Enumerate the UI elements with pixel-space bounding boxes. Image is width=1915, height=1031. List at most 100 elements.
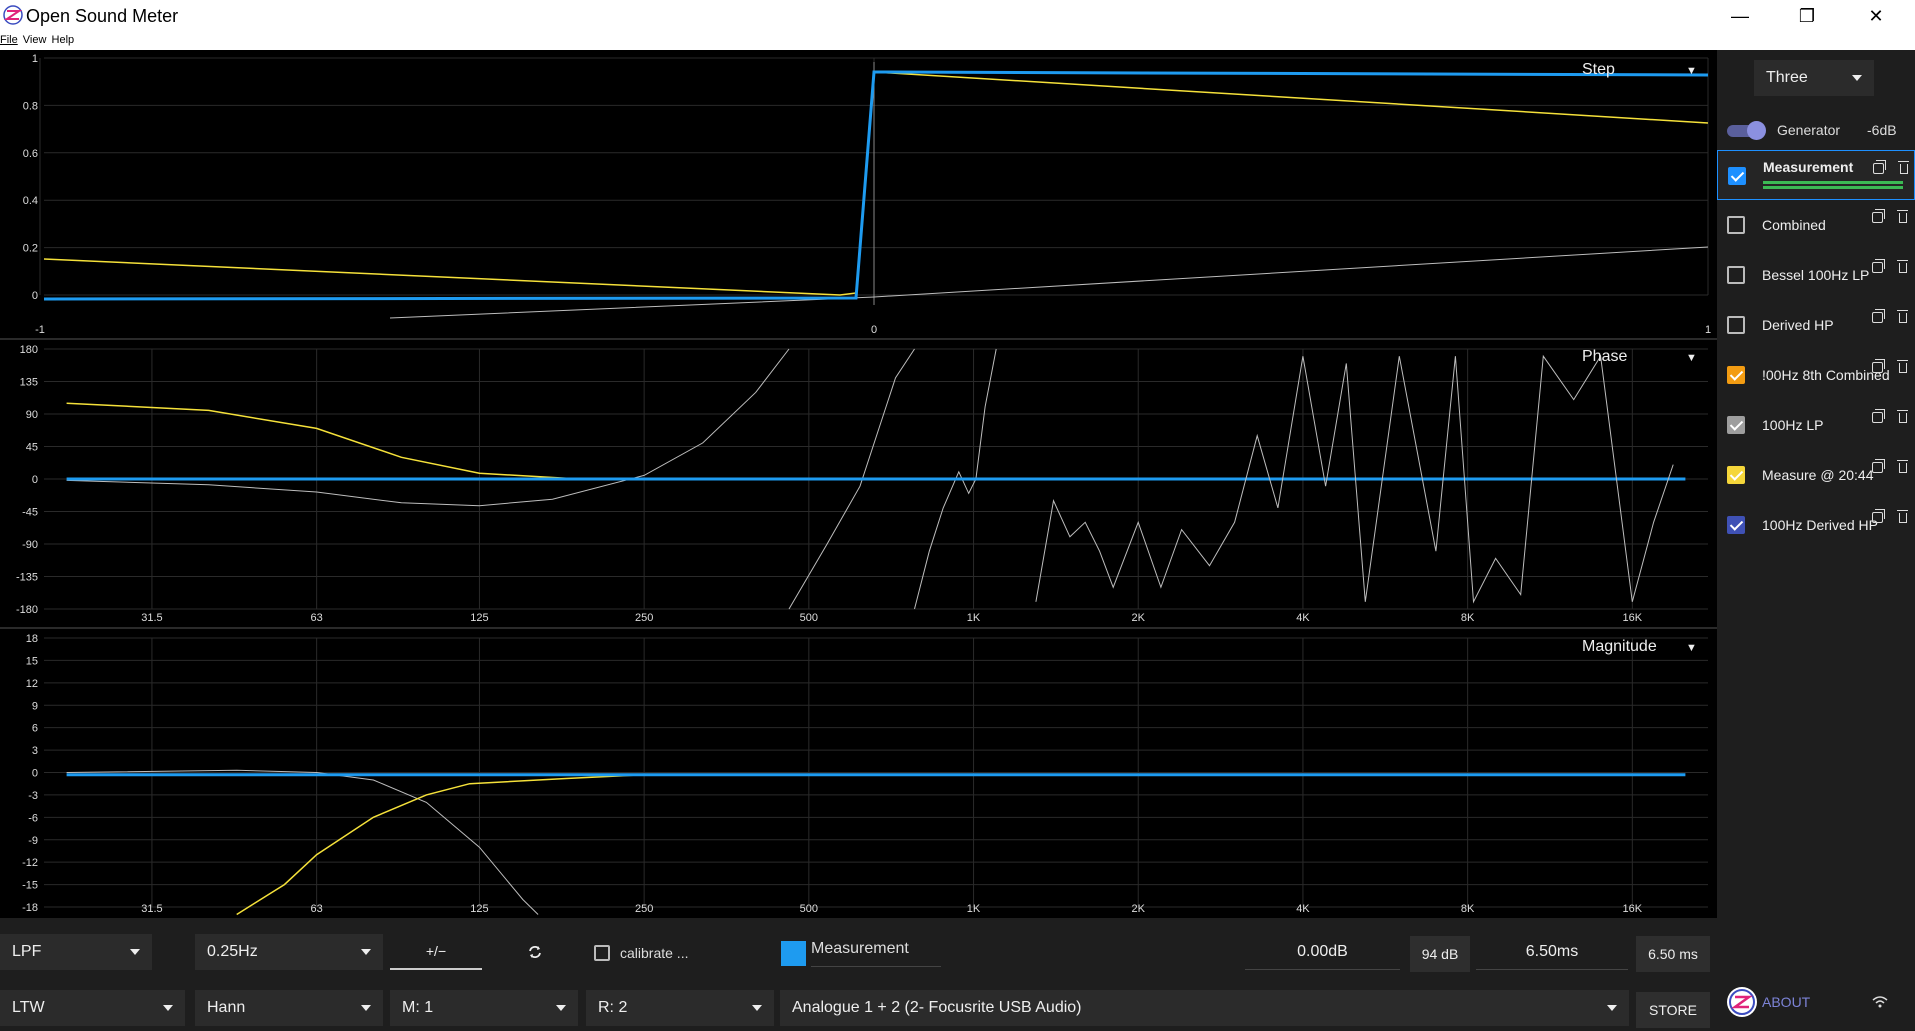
trash-icon[interactable] (1897, 210, 1908, 223)
step-y-tick: 0.4 (23, 195, 38, 207)
trash-icon[interactable] (1897, 310, 1908, 323)
measurement-checkbox[interactable] (1727, 516, 1745, 534)
measurement-checkbox[interactable] (1728, 167, 1746, 185)
trash-icon[interactable] (1897, 410, 1908, 423)
magnitude-yellow-trace (236, 773, 645, 916)
copy-icon[interactable] (1872, 209, 1885, 223)
plot-area[interactable]: 1 0.8 0.6 0.4 0.2 0 -1 0 1 180 135 90 45 0 -45 -90 -135-… (0, 50, 1717, 918)
gain-field[interactable]: 0.00dB (1245, 934, 1400, 970)
active-measurement-name[interactable]: Measurement (811, 940, 941, 967)
chevron-down-icon (130, 949, 140, 955)
measurement-checkbox[interactable] (1727, 216, 1745, 234)
phase-y-tick: 90 (26, 409, 38, 421)
refresh-icon (529, 946, 541, 958)
reference-channel-select[interactable]: R: 2 (586, 990, 774, 1026)
measurement-name: Measurement (1763, 159, 1854, 175)
phase-grey-trace (66, 348, 790, 507)
measurement-item[interactable]: 100Hz LP (1717, 400, 1915, 450)
measurement-item[interactable]: 100Hz Derived HP (1717, 500, 1915, 550)
filter-select[interactable]: LPF (0, 934, 152, 970)
measurement-item[interactable]: Measure @ 20:44 (1717, 450, 1915, 500)
measurement-name: 100Hz Derived HP (1762, 517, 1878, 533)
measurement-checkbox[interactable] (1727, 316, 1745, 334)
menu-help[interactable]: Help (52, 32, 77, 46)
trash-icon[interactable] (1897, 260, 1908, 273)
phase-dropdown-icon[interactable]: ▼ (1686, 352, 1697, 364)
magnitude-y-tick: -9 (28, 835, 38, 847)
step-y-tick: 0.6 (23, 148, 38, 160)
window-select[interactable]: Hann (195, 990, 383, 1026)
maximize-button[interactable]: ❐ (1777, 0, 1837, 32)
store-button[interactable]: STORE (1636, 992, 1710, 1028)
chevron-down-icon (361, 1005, 371, 1011)
filter-frequency-select[interactable]: 0.25Hz (195, 934, 383, 970)
about-logo-icon[interactable] (1727, 987, 1757, 1017)
layout-select[interactable]: Three (1754, 60, 1874, 96)
copy-icon[interactable] (1872, 509, 1885, 523)
magnitude-x-tick: 125 (470, 903, 488, 915)
measurement-item[interactable]: Combined (1717, 200, 1915, 250)
magnitude-y-tick: 12 (26, 678, 38, 690)
phase-x-tick: 1K (967, 612, 981, 624)
refresh-button[interactable] (505, 934, 565, 970)
chevron-down-icon (752, 1005, 762, 1011)
copy-icon[interactable] (1872, 359, 1885, 373)
menu-file[interactable]: File (0, 32, 20, 46)
step-plot-label[interactable]: Step (1582, 61, 1615, 79)
phase-y-tick: -45 (22, 507, 38, 519)
copy-icon[interactable] (1872, 259, 1885, 273)
measurement-item[interactable]: Measurement (1717, 150, 1915, 200)
magnitude-x-tick: 500 (800, 903, 818, 915)
measurement-checkbox[interactable] (1727, 466, 1745, 484)
average-select[interactable]: LTW (0, 990, 185, 1026)
generator-toggle[interactable] (1727, 120, 1766, 140)
measurement-item[interactable]: !00Hz 8th Combined (1717, 350, 1915, 400)
menu-view[interactable]: View (23, 32, 49, 46)
measurement-channel-select[interactable]: M: 1 (390, 990, 578, 1026)
calibrate-checkbox[interactable] (594, 945, 610, 961)
copy-icon[interactable] (1872, 409, 1885, 423)
delay-field[interactable]: 6.50ms (1476, 934, 1628, 970)
about-link[interactable]: ABOUT (1762, 994, 1810, 1010)
measurement-checkbox[interactable] (1727, 366, 1745, 384)
copy-icon[interactable] (1872, 309, 1885, 323)
window-value: Hann (207, 999, 246, 1016)
phase-y-tick: 135 (20, 377, 38, 389)
step-y-tick: 1 (32, 53, 38, 65)
magnitude-plot-label[interactable]: Magnitude (1582, 638, 1657, 656)
trash-icon[interactable] (1897, 360, 1908, 373)
phase-plot-label[interactable]: Phase (1582, 348, 1627, 366)
step-y-tick: 0.2 (23, 243, 38, 255)
phase-y-tick: -135 (16, 572, 38, 584)
spl-button[interactable]: 94 dB (1410, 936, 1470, 972)
trash-icon[interactable] (1897, 510, 1908, 523)
measurement-name: 100Hz LP (1762, 417, 1824, 433)
wifi-icon (1872, 996, 1888, 1008)
measurement-item[interactable]: Derived HP (1717, 300, 1915, 350)
measurement-item[interactable]: Bessel 100Hz LP (1717, 250, 1915, 300)
polarity-button[interactable]: +/− (390, 934, 482, 970)
copy-icon[interactable] (1872, 459, 1885, 473)
menu-bar: File View Help (0, 32, 1915, 50)
step-dropdown-icon[interactable]: ▼ (1686, 65, 1697, 77)
measurement-name: !00Hz 8th Combined (1762, 367, 1890, 383)
trash-icon[interactable] (1898, 161, 1909, 174)
close-button[interactable]: ✕ (1846, 0, 1906, 32)
phase-x-tick: 250 (635, 612, 653, 624)
copy-icon[interactable] (1873, 160, 1886, 174)
phase-y-tick: 0 (32, 474, 38, 486)
measurement-checkbox[interactable] (1727, 266, 1745, 284)
phase-y-tick: 180 (20, 344, 38, 356)
magnitude-y-tick: -3 (28, 790, 38, 802)
magnitude-dropdown-icon[interactable]: ▼ (1686, 642, 1697, 654)
delay-button[interactable]: 6.50 ms (1636, 936, 1710, 972)
phase-x-tick: 63 (311, 612, 323, 624)
phase-x-tick: 16K (1623, 612, 1643, 624)
measurement-checkbox[interactable] (1727, 416, 1745, 434)
device-select[interactable]: Analogue 1 + 2 (2- Focusrite USB Audio) (780, 990, 1629, 1026)
minimize-button[interactable]: — (1710, 0, 1770, 32)
active-measurement-color[interactable] (781, 941, 806, 966)
trash-icon[interactable] (1897, 460, 1908, 473)
plots-canvas[interactable]: 10.80.60.40.20-1 0 118013590450-45-90-135-… (0, 50, 1717, 918)
magnitude-x-tick: 31.5 (141, 903, 162, 915)
